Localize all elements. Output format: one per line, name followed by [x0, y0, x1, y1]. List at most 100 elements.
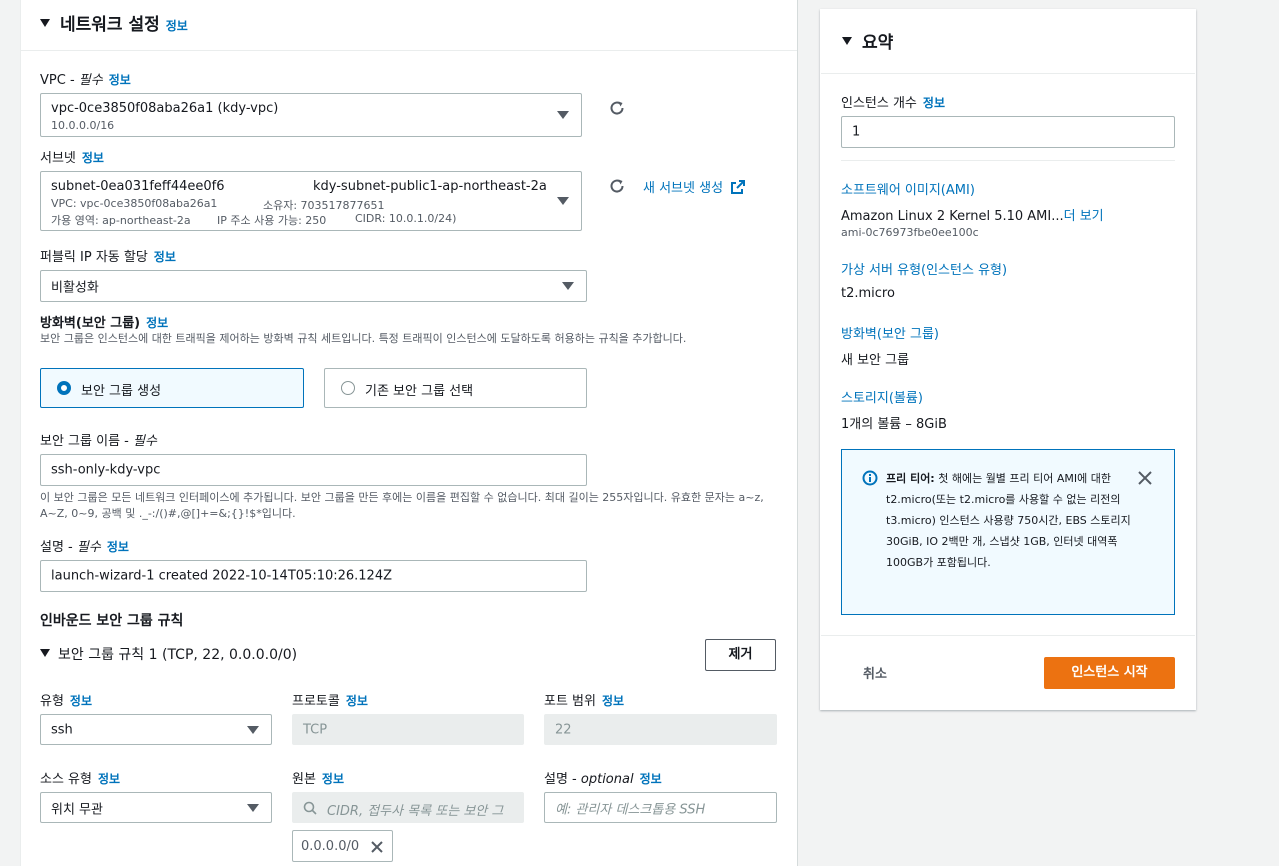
type-select[interactable]: ssh [40, 714, 272, 745]
source-label: 원본 정보 [292, 772, 345, 787]
radio-button[interactable] [57, 381, 71, 395]
search-icon [303, 801, 317, 815]
info-link[interactable]: 정보 [154, 250, 176, 264]
summary-header-divider [821, 73, 1195, 74]
radio-label: 기존 보안 그룹 선택 [365, 384, 474, 399]
vpc-select[interactable]: vpc-0ce3850f08aba26a1 (kdy-vpc) 10.0.0.0… [40, 93, 582, 137]
protocol-value: TCP [303, 722, 328, 737]
info-link[interactable]: 정보 [107, 540, 129, 554]
summary-title: 요약 [862, 33, 894, 53]
sg-description-input[interactable]: launch-wizard-1 created 2022-10-14T05:10… [40, 560, 587, 592]
network-settings-title: 네트워크 설정 [60, 15, 160, 35]
info-link[interactable]: 정보 [70, 694, 92, 708]
inbound-rules-title: 인바운드 보안 그룹 규칙 [40, 613, 184, 629]
info-icon [862, 470, 878, 486]
summary-header[interactable]: 요약 [842, 28, 893, 53]
instance-count-value: 1 [852, 124, 861, 140]
public-ip-value: 비활성화 [51, 280, 99, 296]
ami-value: Amazon Linux 2 Kernel 5.10 AMI...더 보기 [841, 209, 1104, 224]
subnet-name: kdy-subnet-public1-ap-northeast-2a [313, 179, 547, 194]
source-type-value: 위치 무관 [51, 802, 103, 817]
radio-create-security-group[interactable]: 보안 그룹 생성 [40, 368, 304, 408]
ami-link[interactable]: 소프트웨어 이미지(AMI) [841, 179, 975, 198]
firewall-value: 새 보안 그룹 [841, 353, 910, 368]
firewall-link[interactable]: 방화벽(보안 그룹) [841, 323, 939, 342]
subnet-vpc: VPC: vpc-0ce3850f08aba26a1 [51, 197, 218, 210]
radio-label: 보안 그룹 생성 [81, 384, 162, 399]
info-link[interactable]: 정보 [346, 694, 368, 708]
info-link[interactable]: 정보 [322, 772, 344, 786]
protocol-field: TCP [292, 714, 524, 745]
info-link[interactable]: 정보 [98, 772, 120, 786]
launch-instance-button[interactable]: 인스턴스 시작 [1044, 657, 1175, 689]
type-label: 유형 정보 [40, 694, 93, 709]
collapse-caret-icon [842, 37, 852, 45]
subnet-select[interactable]: subnet-0ea031feff44ee0f6 kdy-subnet-publ… [40, 171, 582, 231]
free-tier-text: 프리 티어: 첫 해에는 월별 프리 티어 AMI에 대한 t2.micro(또… [886, 472, 1131, 569]
sg-name-help: 이 보안 그룹은 모든 네트워크 인터페이스에 추가됩니다. 보안 그룹을 만든… [40, 491, 764, 520]
vpc-label: VPC - 필수 정보 [40, 73, 131, 88]
firewall-description: 보안 그룹은 인스턴스에 대한 트래픽을 제어하는 방화벽 규칙 세트입니다. … [40, 332, 687, 345]
create-subnet-link[interactable]: 새 서브넷 생성 [643, 177, 746, 196]
dropdown-arrow-icon [557, 111, 569, 119]
network-settings-header[interactable]: 네트워크 설정 정보 [40, 10, 188, 35]
port-range-value: 22 [555, 722, 572, 737]
sg-description-label: 설명 - 필수 정보 [40, 540, 129, 555]
dropdown-arrow-icon [247, 725, 259, 734]
subnet-owner: 소유자: 703517877651 [263, 199, 385, 212]
external-link-icon [731, 180, 746, 194]
rule-description-label: 설명 - optional 정보 [544, 772, 662, 787]
public-ip-label: 퍼블릭 IP 자동 할당 정보 [40, 250, 176, 265]
info-link[interactable]: 정보 [82, 151, 104, 165]
info-link[interactable]: 정보 [166, 19, 188, 33]
instance-type-value: t2.micro [841, 286, 895, 301]
firewall-label: 방화벽(보안 그룹) 정보 [40, 316, 169, 331]
radio-button[interactable] [341, 381, 355, 395]
refresh-icon[interactable] [608, 177, 626, 195]
instance-count-input[interactable]: 1 [841, 116, 1175, 148]
source-type-label: 소스 유형 정보 [40, 772, 121, 787]
source-placeholder: CIDR, 접두사 목록 또는 보안 그 [327, 804, 504, 819]
dropdown-arrow-icon [562, 282, 574, 290]
ami-id: ami-0c76973fbe0ee100c [841, 226, 979, 239]
free-tier-alert: 프리 티어: 첫 해에는 월별 프리 티어 AMI에 대한 t2.micro(또… [841, 449, 1175, 615]
source-type-select[interactable]: 위치 무관 [40, 792, 272, 823]
source-search-input[interactable]: CIDR, 접두사 목록 또는 보안 그 [292, 792, 524, 823]
storage-link[interactable]: 스토리지(볼륨) [841, 387, 923, 406]
sg-name-value: ssh-only-kdy-vpc [51, 462, 161, 478]
info-link[interactable]: 정보 [146, 316, 168, 330]
info-link[interactable]: 정보 [109, 73, 131, 87]
rule-title: 보안 그룹 규칙 1 (TCP, 22, 0.0.0.0/0) [58, 647, 298, 663]
sg-name-input[interactable]: ssh-only-kdy-vpc [40, 454, 587, 486]
info-link[interactable]: 정보 [602, 694, 624, 708]
refresh-icon[interactable] [608, 99, 626, 117]
vpc-value: vpc-0ce3850f08aba26a1 (kdy-vpc) [51, 101, 279, 116]
source-token: 0.0.0.0/0 [292, 830, 393, 862]
header-divider [21, 50, 797, 51]
radio-select-existing-group[interactable]: 기존 보안 그룹 선택 [324, 368, 587, 408]
info-link[interactable]: 정보 [923, 96, 945, 110]
storage-value: 1개의 볼륨 – 8GiB [841, 417, 947, 432]
summary-divider [841, 160, 1175, 161]
ami-more-link[interactable]: 더 보기 [1064, 209, 1104, 224]
close-icon[interactable] [1138, 471, 1152, 485]
subnet-cidr: CIDR: 10.0.1.0/24) [355, 212, 457, 225]
instance-count-label: 인스턴스 개수 정보 [841, 96, 945, 111]
source-token-value: 0.0.0.0/0 [301, 839, 360, 854]
port-range-field: 22 [544, 714, 777, 745]
subnet-az: 가용 영역: ap-northeast-2a [51, 214, 191, 227]
rule-description-input[interactable]: 예: 관리자 데스크톱용 SSH [544, 792, 777, 823]
remove-rule-button[interactable]: 제거 [705, 639, 776, 671]
cancel-button[interactable]: 취소 [863, 663, 887, 682]
close-icon[interactable] [371, 841, 383, 853]
rule-header[interactable]: 보안 그룹 규칙 1 (TCP, 22, 0.0.0.0/0) [40, 644, 297, 664]
public-ip-select[interactable]: 비활성화 [40, 270, 587, 302]
footer-divider [821, 635, 1195, 636]
info-link[interactable]: 정보 [640, 772, 662, 786]
sg-description-value: launch-wizard-1 created 2022-10-14T05:10… [51, 568, 393, 584]
dropdown-arrow-icon [247, 803, 259, 812]
sg-name-label: 보안 그룹 이름 - 필수 [40, 434, 157, 449]
rule-description-placeholder: 예: 관리자 데스크톱용 SSH [555, 802, 706, 817]
instance-type-link[interactable]: 가상 서버 유형(인스턴스 유형) [841, 259, 1007, 278]
dropdown-arrow-icon [557, 197, 569, 205]
